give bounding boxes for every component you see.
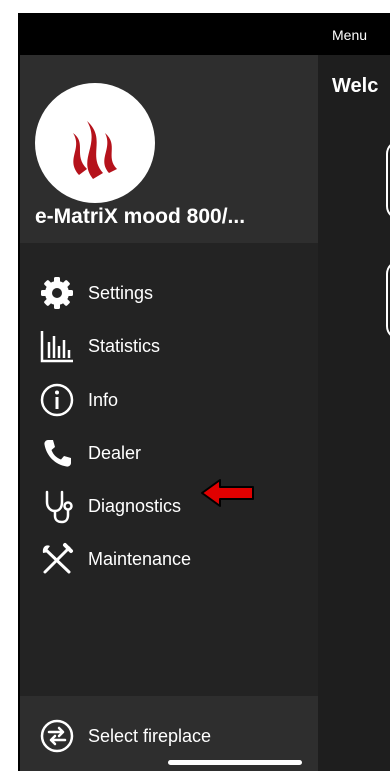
flame-icon [73,121,117,179]
nav-item-dealer[interactable]: Dealer [38,433,298,473]
select-fireplace-label: Select fireplace [88,725,212,746]
nav-item-label: Info [88,389,119,410]
annotation-arrow-icon [201,479,254,507]
page-title: Welc [332,75,379,97]
phone-icon [38,434,76,472]
nav-item-maintenance[interactable]: Maintenance [38,539,298,579]
nav-item-label: Settings [88,282,154,303]
select-fireplace-button[interactable]: Select fireplace [38,716,211,756]
nav-item-settings[interactable]: Settings [38,273,298,313]
drawer-header: e-MatriX mood 800/... [20,55,318,243]
top-bar: Menu [20,15,390,55]
app-screen: Menu Welc e-MatriX mood 800/... Settings… [18,13,390,771]
nav-item-diagnostics[interactable]: Diagnostics [38,486,298,526]
nav-item-info[interactable]: Info [38,380,298,420]
nav-item-label: Statistics [88,335,161,356]
device-name: e-MatriX mood 800/... [35,205,246,228]
brand-logo [35,83,155,203]
main-card-2[interactable] [386,260,390,340]
nav-item-statistics[interactable]: Statistics [38,326,298,366]
nav-item-label: Dealer [88,442,142,463]
bar-chart-icon [38,327,76,365]
stethoscope-icon [38,487,76,525]
nav-item-label: Maintenance [88,548,192,569]
main-card-1[interactable] [386,140,390,220]
home-indicator [168,760,302,765]
side-drawer: e-MatriX mood 800/... Settings Statistic… [20,55,318,771]
nav-item-label: Diagnostics [88,495,182,516]
menu-button[interactable]: Menu [332,27,367,43]
swap-icon [38,717,76,755]
tools-icon [38,540,76,578]
info-icon [38,381,76,419]
gear-icon [38,274,76,312]
